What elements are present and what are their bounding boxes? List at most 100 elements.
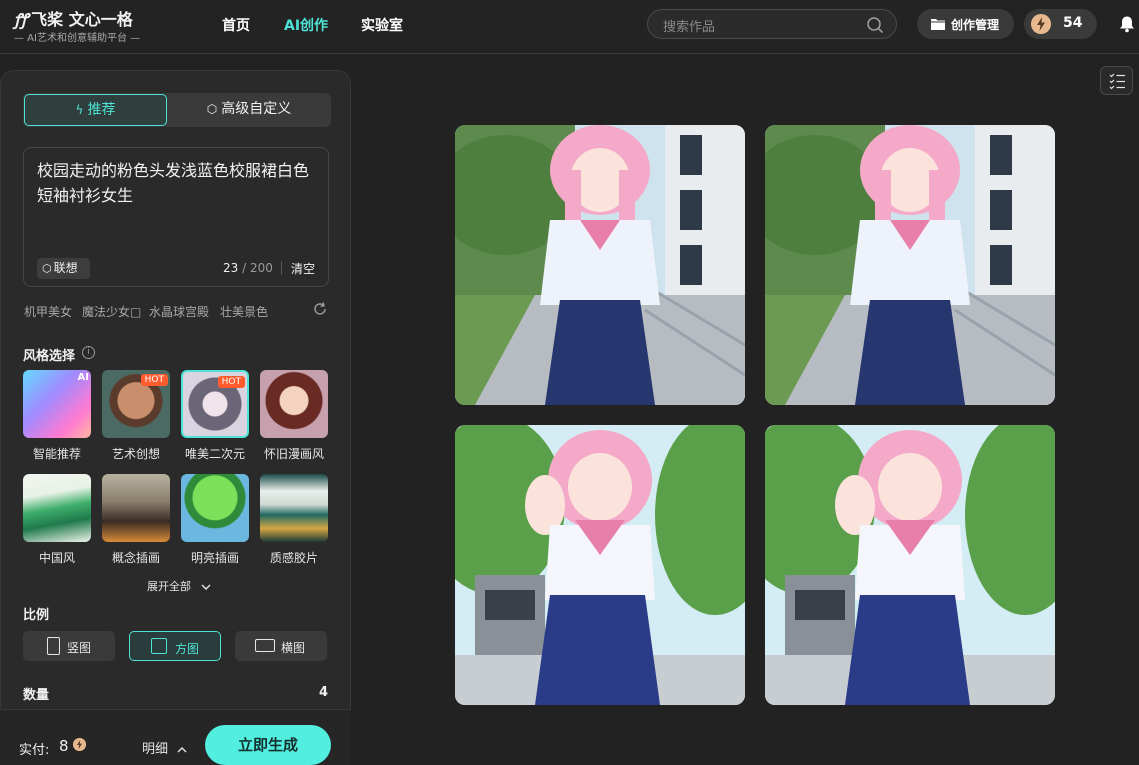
- style-label: 怀旧漫画风: [263, 447, 324, 461]
- mode-tabs: ϟ 推荐 ⬡ 高级自定义: [23, 93, 331, 127]
- manage-button[interactable]: 创作管理: [917, 9, 1014, 39]
- ratio-square-button[interactable]: 方图: [129, 631, 221, 661]
- tab-recommend[interactable]: ϟ 推荐: [24, 94, 167, 126]
- suggestion-chip[interactable]: 魔法少女□: [82, 303, 141, 320]
- style-card-film[interactable]: 质感胶片: [260, 474, 328, 566]
- search-input[interactable]: 搜索作品: [647, 9, 897, 39]
- anime-girl-illustration: [765, 425, 1055, 705]
- style-label: 唯美二次元: [184, 447, 245, 461]
- style-label: 概念插画: [111, 551, 160, 565]
- style-thumb: AI: [23, 370, 91, 438]
- chevron-up-icon: [177, 746, 187, 752]
- style-card-anime[interactable]: HOT 唯美二次元: [181, 370, 249, 462]
- hot-badge: HOT: [217, 376, 245, 388]
- tab-advanced[interactable]: ⬡ 高级自定义: [169, 94, 329, 126]
- result-image[interactable]: [455, 425, 745, 705]
- style-thumb: HOT: [181, 370, 249, 438]
- refresh-icon[interactable]: [312, 301, 328, 317]
- bolt-icon: ϟ: [75, 103, 84, 117]
- anime-girl-illustration: [455, 125, 745, 405]
- style-thumb: [102, 474, 170, 542]
- ratio-portrait-button[interactable]: 竖图: [23, 631, 115, 661]
- logo[interactable]: ꝭꝭ 飞桨 文心一格 — AI艺术和创意辅助平台 —: [14, 6, 159, 46]
- anime-girl-illustration: [765, 125, 1055, 405]
- style-thumb: [260, 370, 328, 438]
- quantity-section-title: 数量: [23, 688, 50, 703]
- generate-button[interactable]: 立即生成: [205, 725, 331, 765]
- char-count-max: / 200: [242, 261, 273, 275]
- folder-icon: [931, 19, 945, 30]
- result-image[interactable]: [765, 125, 1055, 405]
- logo-title: ꝭꝭ 飞桨 文心一格: [14, 6, 133, 30]
- associate-label: 联想: [53, 261, 78, 275]
- style-thumb: [23, 474, 91, 542]
- portrait-icon: [47, 637, 60, 655]
- char-count-value: 23: [223, 261, 239, 275]
- hot-badge: HOT: [140, 374, 168, 386]
- bell-icon[interactable]: [1118, 15, 1136, 33]
- square-icon: [151, 638, 167, 654]
- suggestion-chip[interactable]: 壮美景色: [220, 303, 268, 320]
- checklist-icon: [1109, 73, 1125, 90]
- suggestion-chip[interactable]: 水晶球宫殿: [149, 303, 209, 320]
- chevron-down-icon: [201, 584, 210, 590]
- lightning-coin-icon: [73, 738, 86, 751]
- style-thumb: [181, 474, 249, 542]
- info-icon[interactable]: i: [82, 346, 95, 359]
- style-card-bright[interactable]: 明亮插画: [181, 474, 249, 566]
- nav-home[interactable]: 首页: [222, 15, 250, 35]
- nav-lab[interactable]: 实验室: [361, 15, 403, 35]
- cost-value: 8: [59, 737, 69, 755]
- style-thumb: HOT: [102, 370, 170, 438]
- ratio-section-title: 比例: [23, 608, 50, 623]
- style-label: 智能推荐: [32, 447, 81, 461]
- cube-icon: ⬡: [206, 102, 218, 116]
- result-image[interactable]: [765, 425, 1055, 705]
- ai-badge: AI: [77, 372, 89, 383]
- prompt-text[interactable]: 校园走动的粉色头发浅蓝色校服裙白色短袖衬衫女生: [37, 158, 322, 208]
- style-label: 质感胶片: [269, 551, 318, 565]
- divider: [281, 261, 282, 275]
- style-thumb: [260, 474, 328, 542]
- expand-all-button[interactable]: 展开全部: [147, 578, 211, 594]
- energy-balance[interactable]: 54: [1024, 9, 1097, 39]
- tab-recommend-label: 推荐: [87, 102, 116, 118]
- style-card-chinese[interactable]: 中国风: [23, 474, 91, 566]
- logo-mark-icon: ꝭꝭ: [14, 10, 28, 29]
- lightning-coin-icon: [1031, 14, 1051, 34]
- ratio-label: 横图: [281, 641, 306, 655]
- energy-value: 54: [1063, 15, 1083, 31]
- char-count: 23 / 200: [223, 261, 273, 275]
- logo-title-text: 飞桨 文心一格: [31, 10, 133, 29]
- style-card-concept[interactable]: 概念插画: [102, 474, 170, 566]
- suggestion-chip[interactable]: 机甲美女: [24, 303, 72, 320]
- result-image[interactable]: [455, 125, 745, 405]
- bottom-action-bar: 实付: 8 明细 立即生成: [0, 709, 351, 765]
- expand-label: 展开全部: [147, 580, 191, 593]
- quantity-value[interactable]: 4: [319, 685, 328, 700]
- nav-ai-create[interactable]: AI创作: [284, 15, 328, 35]
- style-section-title: 风格选择: [23, 349, 76, 364]
- style-card-smart[interactable]: AI 智能推荐: [23, 370, 91, 462]
- style-label: 明亮插画: [190, 551, 239, 565]
- ratio-label: 竖图: [67, 641, 92, 655]
- style-card-art[interactable]: HOT 艺术创想: [102, 370, 170, 462]
- search-icon[interactable]: [866, 16, 884, 34]
- ratio-landscape-button[interactable]: 横图: [235, 631, 327, 661]
- logo-subtitle: — AI艺术和创意辅助平台 —: [14, 33, 141, 44]
- top-header: ꝭꝭ 飞桨 文心一格 — AI艺术和创意辅助平台 — 首页 AI创作 实验室 搜索…: [0, 0, 1139, 54]
- style-label: 艺术创想: [111, 447, 160, 461]
- tab-advanced-label: 高级自定义: [221, 101, 292, 117]
- cube-icon: ⬡: [42, 262, 52, 275]
- clear-button[interactable]: 清空: [291, 260, 315, 277]
- prompt-textarea[interactable]: 校园走动的粉色头发浅蓝色校服裙白色短袖衬衫女生 ⬡ 联想 23 / 200 清空: [23, 147, 329, 287]
- associate-button[interactable]: ⬡ 联想: [37, 258, 90, 279]
- cost-label: 实付:: [19, 743, 50, 758]
- task-list-button[interactable]: [1100, 66, 1133, 95]
- style-card-retro-comic[interactable]: 怀旧漫画风: [260, 370, 328, 462]
- ratio-label: 方图: [175, 642, 200, 656]
- search-placeholder: 搜索作品: [663, 20, 716, 35]
- detail-toggle[interactable]: 明细: [142, 738, 187, 757]
- detail-label: 明细: [142, 742, 169, 757]
- creation-panel: ϟ 推荐 ⬡ 高级自定义 校园走动的粉色头发浅蓝色校服裙白色短袖衬衫女生 ⬡ 联想 2…: [0, 70, 351, 765]
